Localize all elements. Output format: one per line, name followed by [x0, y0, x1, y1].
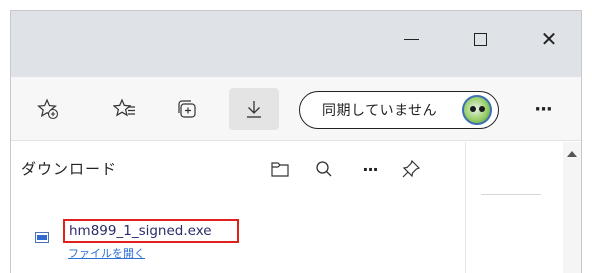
add-favorite-icon — [37, 98, 59, 120]
minimize-icon — [403, 38, 419, 40]
page-divider — [481, 194, 541, 195]
folder-icon — [271, 162, 289, 177]
profile-sync-button[interactable]: 同期していません — [299, 91, 499, 129]
browser-toolbar: 同期していません ··· — [11, 77, 581, 141]
search-icon — [316, 161, 332, 177]
collections-icon — [178, 100, 196, 118]
minimize-button[interactable] — [389, 19, 433, 59]
avatar-icon — [462, 95, 492, 125]
maximize-icon — [473, 32, 487, 46]
sync-status-text: 同期していません — [322, 103, 438, 119]
page-scrollbar[interactable] — [563, 142, 581, 273]
download-filename: hm899_1_signed.exe — [69, 223, 212, 239]
browser-window: ✕ 同期していません ··· ダウンロード ··· hm899_1_signed… — [10, 10, 582, 273]
scroll-up-arrow-icon[interactable] — [567, 151, 577, 157]
more-icon: ··· — [534, 98, 552, 120]
pin-icon — [402, 159, 421, 178]
more-icon: ··· — [362, 159, 378, 179]
pin-panel-button[interactable] — [394, 152, 428, 186]
add-favorite-button[interactable] — [28, 89, 68, 129]
favorites-button[interactable] — [105, 89, 145, 129]
collections-button[interactable] — [167, 89, 207, 129]
open-downloads-folder-button[interactable] — [263, 152, 297, 186]
download-item-filename-highlight[interactable]: hm899_1_signed.exe — [63, 219, 239, 243]
close-icon: ✕ — [540, 27, 558, 51]
search-downloads-button[interactable] — [307, 152, 341, 186]
settings-more-button[interactable]: ··· — [523, 89, 563, 129]
downloads-button[interactable] — [229, 88, 279, 130]
download-icon — [247, 101, 261, 118]
title-bar: ✕ — [11, 11, 581, 77]
exe-file-icon — [35, 232, 49, 243]
downloads-more-button[interactable]: ··· — [353, 152, 387, 186]
open-file-link[interactable]: ファイルを開く — [68, 245, 145, 261]
maximize-button[interactable] — [458, 19, 502, 59]
close-button[interactable]: ✕ — [527, 19, 571, 59]
downloads-panel-title: ダウンロード — [21, 160, 118, 178]
favorites-icon — [113, 98, 135, 117]
downloads-panel: ダウンロード ··· hm899_1_signed.exe ファイルを開く — [11, 142, 466, 273]
